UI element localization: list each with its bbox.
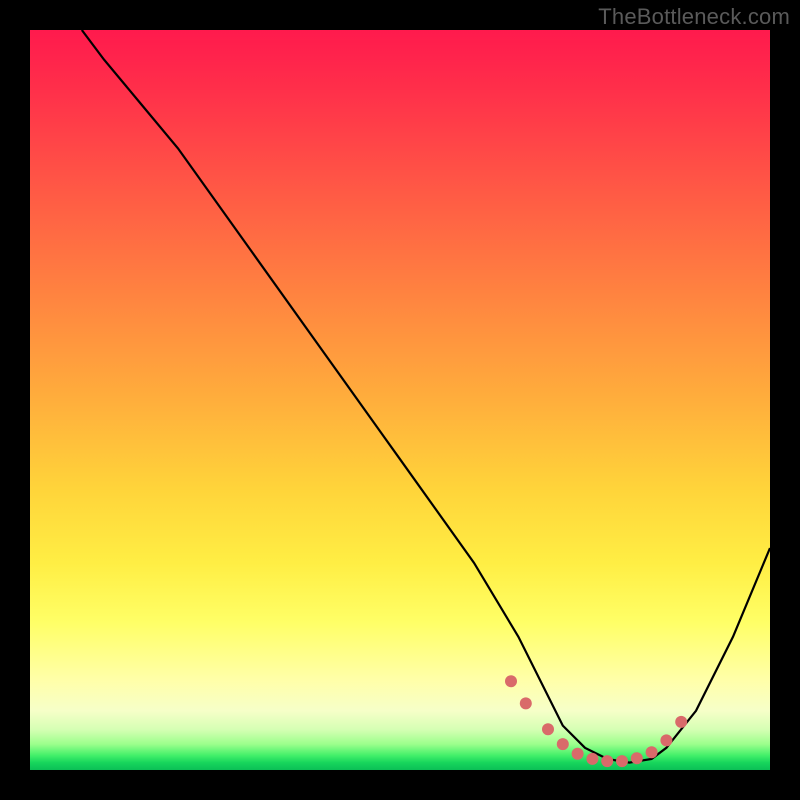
curve-path (82, 30, 770, 763)
valley-dot (631, 752, 643, 764)
valley-dot (520, 697, 532, 709)
bottleneck-curve-line (82, 30, 770, 763)
valley-dot (646, 746, 658, 758)
valley-dot (505, 675, 517, 687)
plot-area (30, 30, 770, 770)
valley-dot (572, 748, 584, 760)
chart-frame: TheBottleneck.com (0, 0, 800, 800)
valley-dot (660, 734, 672, 746)
valley-dot (586, 753, 598, 765)
valley-dot (542, 723, 554, 735)
valley-dot (557, 738, 569, 750)
watermark-text: TheBottleneck.com (598, 4, 790, 30)
valley-dot (675, 716, 687, 728)
valley-dot (601, 755, 613, 767)
valley-dot (616, 755, 628, 767)
curve-layer (30, 30, 770, 770)
